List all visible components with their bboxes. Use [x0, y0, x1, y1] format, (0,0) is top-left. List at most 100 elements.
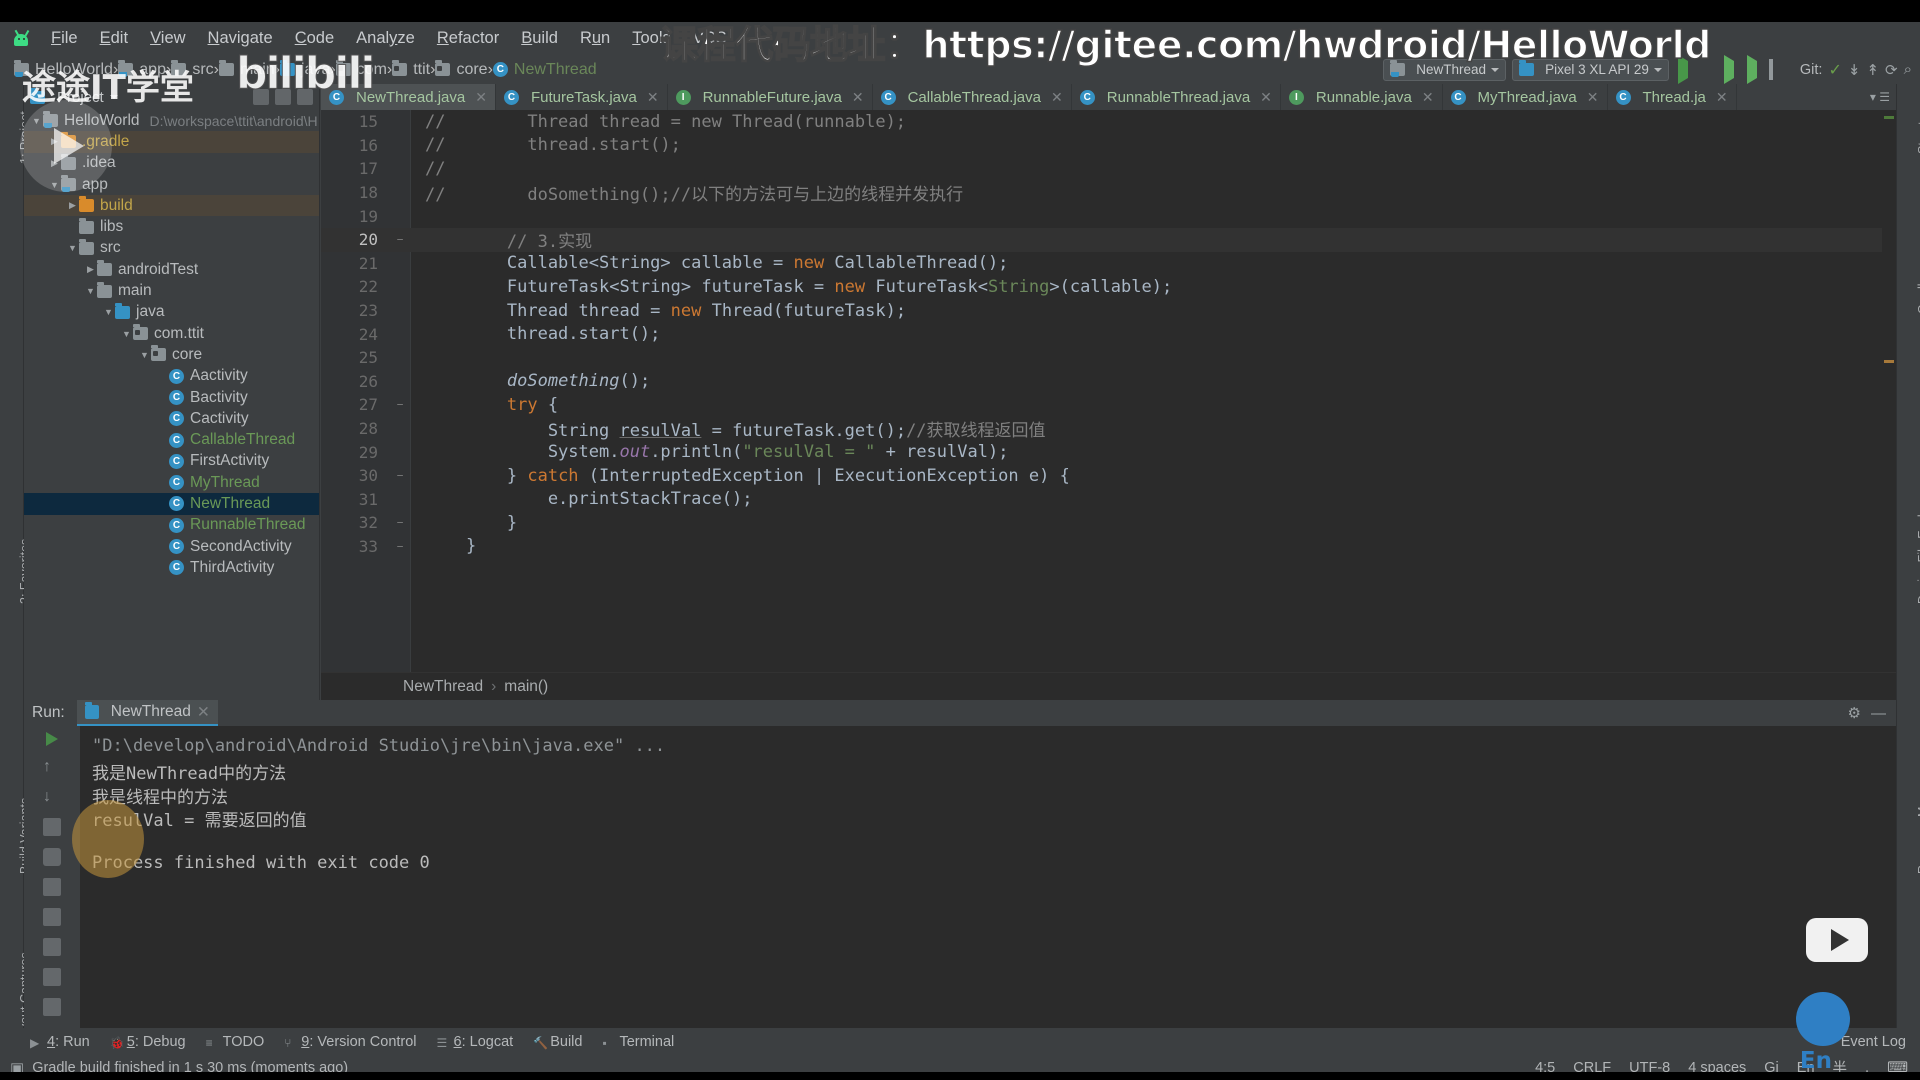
bottom-tab-versioncontrol[interactable]: ⑂ 9: Version Control [284, 1034, 416, 1050]
code-line-31[interactable]: 31 e.printStackTrace(); [321, 488, 1896, 512]
tree-item-thirdactivity[interactable]: C ThirdActivity [24, 557, 319, 578]
scroll-down-icon[interactable]: ↓ [43, 788, 61, 806]
tree-item-bactivity[interactable]: C Bactivity [24, 387, 319, 408]
editor-tab-futuretask-java[interactable]: C FutureTask.java ✕ [496, 84, 668, 110]
tree-item-cactivity[interactable]: C Cactivity [24, 408, 319, 429]
code-line-15[interactable]: 15 // Thread thread = new Thread(runnable… [321, 110, 1896, 134]
sidebar-item-resource-manager[interactable]: Resource Manager [1916, 768, 1920, 874]
menu-item-file[interactable]: File [40, 26, 89, 51]
soft-wrap-icon[interactable] [43, 908, 61, 926]
console-output[interactable]: "D:\develop\android\Android Studio\jre\b… [80, 726, 1896, 1028]
code-line-33[interactable]: 33− } [321, 535, 1896, 559]
project-tree[interactable]: ▼ HelloWorld D:\workspace\ttit\android\H ▶.… [24, 110, 319, 700]
tree-item-newthread[interactable]: C NewThread [24, 493, 319, 515]
rerun-icon[interactable] [46, 732, 58, 746]
code-line-17[interactable]: 17 // [321, 157, 1896, 181]
print-icon[interactable] [43, 938, 61, 956]
chevron-down-icon[interactable]: ▼ [66, 243, 79, 253]
fold-toggle-icon[interactable]: − [389, 516, 411, 529]
vcs-push-icon[interactable]: ↟ [1866, 61, 1879, 79]
chevron-down-icon[interactable]: ▼ [138, 350, 151, 360]
tree-item-main[interactable]: ▼ main [24, 280, 319, 301]
run-coverage-button[interactable] [1721, 55, 1738, 84]
editor-breadcrumb-method[interactable]: main() [504, 678, 548, 696]
run-actions-gutter[interactable]: ↑ ↓ [24, 726, 80, 1028]
menu-item-build[interactable]: Build [510, 26, 569, 51]
clear-all-icon[interactable] [43, 968, 61, 986]
tree-item-build[interactable]: ▶ build [24, 195, 319, 217]
code-line-23[interactable]: 23 Thread thread = new Thread(futureTask… [321, 299, 1896, 323]
code-lines[interactable]: 15 // Thread thread = new Thread(runnable… [321, 110, 1896, 558]
code-line-21[interactable]: 21 Callable<String> callable = new Calla… [321, 252, 1896, 276]
code-line-25[interactable]: 25 [321, 346, 1896, 370]
tree-item-callablethread[interactable]: C CallableThread [24, 429, 319, 450]
tree-item-libs[interactable]: libs [24, 216, 319, 237]
profile-button[interactable] [1744, 55, 1761, 84]
menu-item-run[interactable]: Run [569, 26, 621, 51]
close-icon[interactable]: ✕ [475, 89, 487, 106]
close-icon[interactable]: ✕ [1422, 89, 1434, 106]
bottom-tab-run[interactable]: ▶ 4: Run [30, 1034, 90, 1050]
code-line-30[interactable]: 30− } catch (InterruptedException | Exec… [321, 464, 1896, 488]
attach-debugger-button[interactable] [1767, 59, 1784, 80]
vcs-update-icon[interactable]: ✓ [1828, 60, 1841, 80]
tree-item-firstactivity[interactable]: C FirstActivity [24, 451, 319, 472]
close-icon[interactable]: ✕ [1587, 89, 1599, 106]
vcs-commit-icon[interactable]: ↡ [1848, 61, 1861, 79]
editor-breadcrumb[interactable]: NewThread › main() [321, 672, 1896, 700]
tree-item-androidtest[interactable]: ▶ androidTest [24, 259, 319, 280]
fold-toggle-icon[interactable]: − [389, 398, 411, 411]
tree-item-src[interactable]: ▼ src [24, 238, 319, 259]
bottom-tab-todo[interactable]: ≡ TODO [206, 1034, 265, 1050]
stop-icon[interactable] [43, 818, 61, 836]
sidebar-item-gradle[interactable]: Gradle [1916, 276, 1920, 314]
event-log-button[interactable]: Event Log [1841, 1034, 1906, 1050]
code-line-29[interactable]: 29 System.out.println("resulVal = " + re… [321, 440, 1896, 464]
editor-tab-thread-ja[interactable]: C Thread.ja ✕ [1608, 84, 1737, 110]
minimize-icon[interactable]: — [1871, 705, 1886, 722]
chevron-right-icon[interactable]: ▶ [66, 200, 79, 211]
close-icon[interactable]: ✕ [1051, 89, 1063, 106]
fold-toggle-icon[interactable]: − [389, 469, 411, 482]
editor-breadcrumb-class[interactable]: NewThread [403, 678, 483, 696]
close-icon[interactable]: ✕ [1716, 89, 1728, 106]
code-line-24[interactable]: 24 thread.start(); [321, 322, 1896, 346]
chevron-right-icon[interactable]: ▶ [84, 264, 97, 275]
scroll-up-icon[interactable]: ↑ [43, 758, 61, 776]
tree-item-com-ttit[interactable]: ▼ com.ttit [24, 323, 319, 344]
editor-tab-bar[interactable]: C NewThread.java ✕ C FutureTask.java ✕ I Runnab… [321, 84, 1896, 110]
error-marker-strip[interactable] [1882, 110, 1896, 672]
bottom-tab-debug[interactable]: 🐞 5: Debug [110, 1034, 186, 1050]
search-everywhere-icon[interactable]: ⌕ [1904, 61, 1912, 78]
bottom-tab-logcat[interactable]: ☰ 6: Logcat [437, 1034, 514, 1050]
editor-tab-callablethread-java[interactable]: C CallableThread.java ✕ [873, 84, 1072, 110]
chevron-down-icon[interactable]: ▼ [102, 307, 115, 317]
code-line-20[interactable]: 20− // 3.实现 [321, 227, 1896, 252]
run-tab-newthread[interactable]: NewThread ✕ [76, 700, 218, 726]
code-line-19[interactable]: 19 [321, 204, 1896, 228]
tab-overflow-icon[interactable]: ▾ ☰ [1864, 84, 1896, 110]
code-line-16[interactable]: 16 // thread.start(); [321, 134, 1896, 158]
code-line-28[interactable]: 28 String resulVal = futureTask.get();//… [321, 417, 1896, 441]
editor-tab-runnablefuture-java[interactable]: I RunnableFuture.java ✕ [668, 84, 873, 110]
sidebar-item-device-file-explorer[interactable]: Device File Explorer [1916, 492, 1920, 604]
tree-item-mythread[interactable]: C MyThread [24, 472, 319, 493]
menu-item-edit[interactable]: Edit [89, 26, 139, 51]
close-icon[interactable]: ✕ [1260, 89, 1272, 106]
breadcrumb-item-ttit[interactable]: ttit [392, 60, 430, 79]
chevron-down-icon[interactable]: ▼ [84, 286, 97, 296]
tree-item-java[interactable]: ▼ java [24, 302, 319, 323]
camera-icon[interactable] [43, 848, 61, 866]
sidebar-item-structure[interactable]: Structure [1916, 103, 1920, 154]
bottom-tab-terminal[interactable]: ▪ Terminal [602, 1034, 674, 1050]
code-editor[interactable]: 15 // Thread thread = new Thread(runnable… [321, 110, 1896, 672]
chevron-down-icon[interactable]: ▼ [120, 329, 133, 339]
code-line-18[interactable]: 18 // doSomething();//以下的方法可与上边的线程并发执行 [321, 181, 1896, 205]
editor-tab-mythread-java[interactable]: C MyThread.java ✕ [1443, 84, 1608, 110]
tree-item-runnablethread[interactable]: C RunnableThread [24, 515, 319, 536]
tree-item-core[interactable]: ▼ core [24, 344, 319, 365]
bottom-tab-build[interactable]: 🔨 Build [533, 1034, 582, 1050]
vcs-history-icon[interactable]: ⟳ [1885, 61, 1898, 79]
settings-gear-icon[interactable]: ⚙ [1848, 704, 1861, 722]
menu-item-view[interactable]: View [139, 26, 196, 51]
